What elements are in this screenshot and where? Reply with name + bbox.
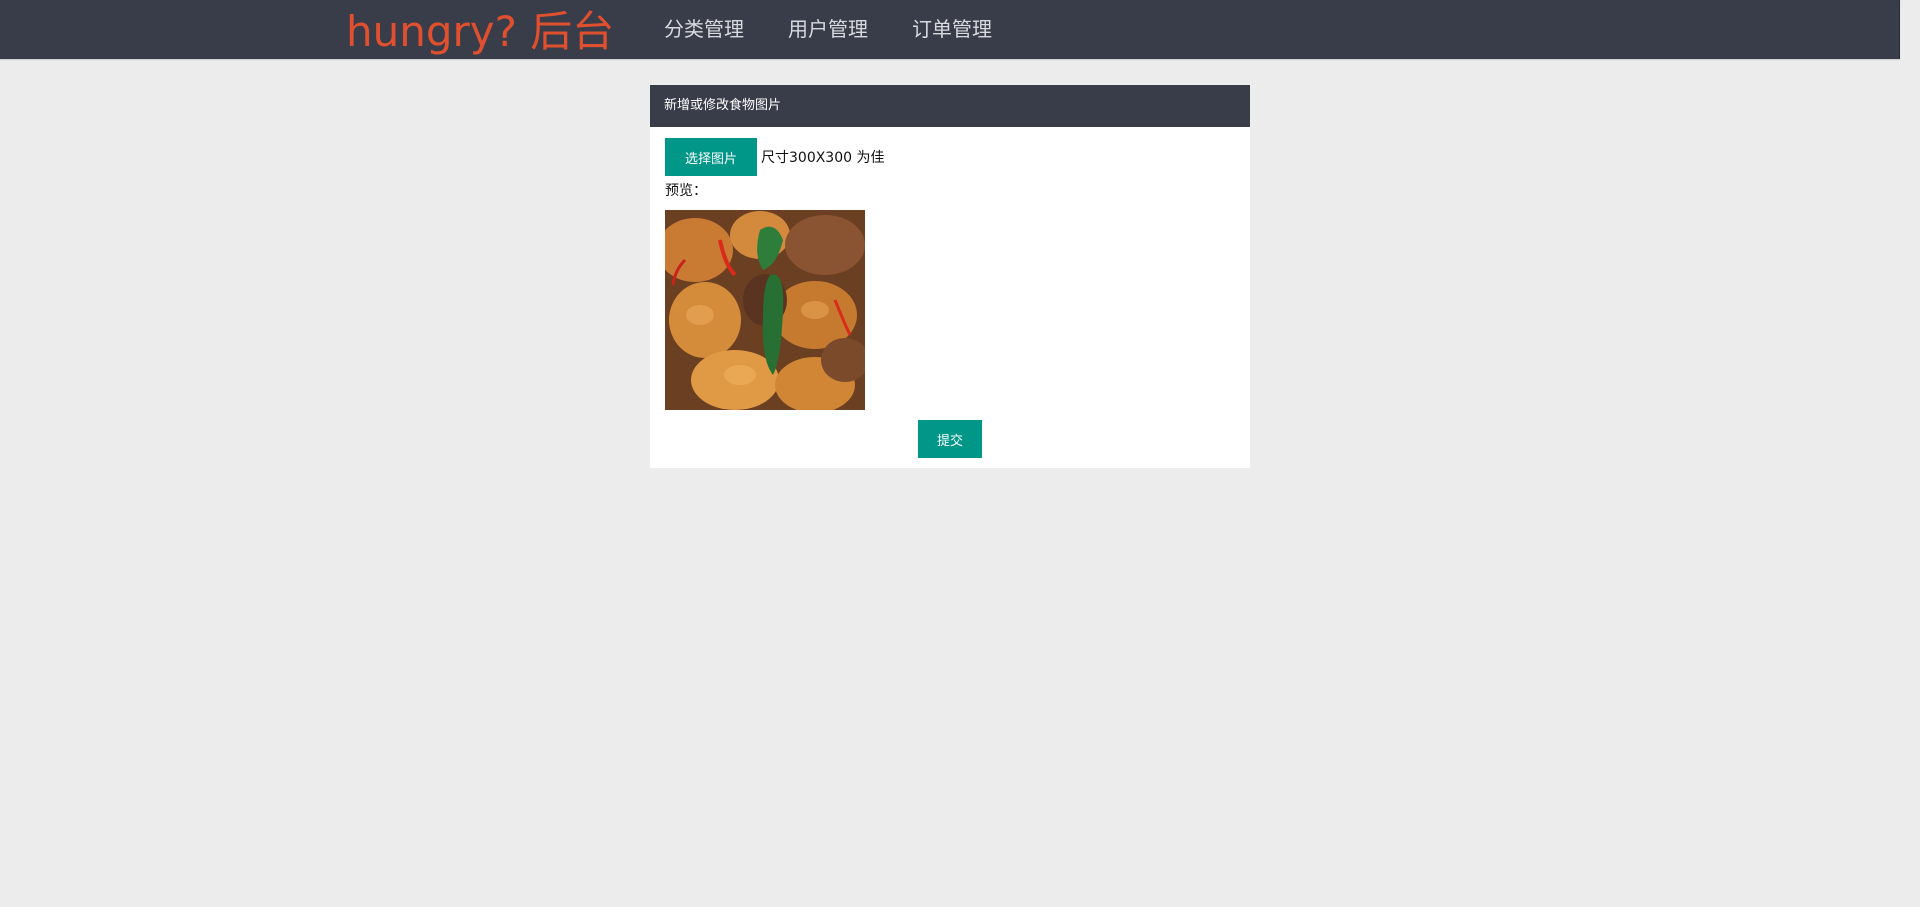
size-hint: 尺寸300X300 为佳	[761, 150, 885, 166]
preview-label: 预览：	[665, 183, 707, 199]
main-nav: 分类管理 用户管理 订单管理	[664, 0, 1036, 59]
nav-item-users[interactable]: 用户管理	[788, 0, 868, 59]
nav-item-orders[interactable]: 订单管理	[912, 0, 992, 59]
site-logo[interactable]: hungry? 后台	[346, 6, 636, 56]
preview-image	[665, 210, 865, 410]
top-navbar: hungry? 后台 分类管理 用户管理 订单管理	[0, 0, 1900, 59]
food-photo-image	[665, 210, 865, 410]
submit-button[interactable]: 提交	[918, 420, 982, 458]
select-image-button[interactable]: 选择图片	[665, 138, 757, 176]
nav-item-category[interactable]: 分类管理	[664, 0, 744, 59]
logo-text: hungry? 后台	[346, 7, 614, 56]
image-edit-panel: 新增或修改食物图片 选择图片 尺寸300X300 为佳 预览： 提交	[650, 85, 1250, 468]
panel-title: 新增或修改食物图片	[650, 85, 1250, 127]
upload-row: 选择图片 尺寸300X300 为佳	[665, 138, 884, 176]
